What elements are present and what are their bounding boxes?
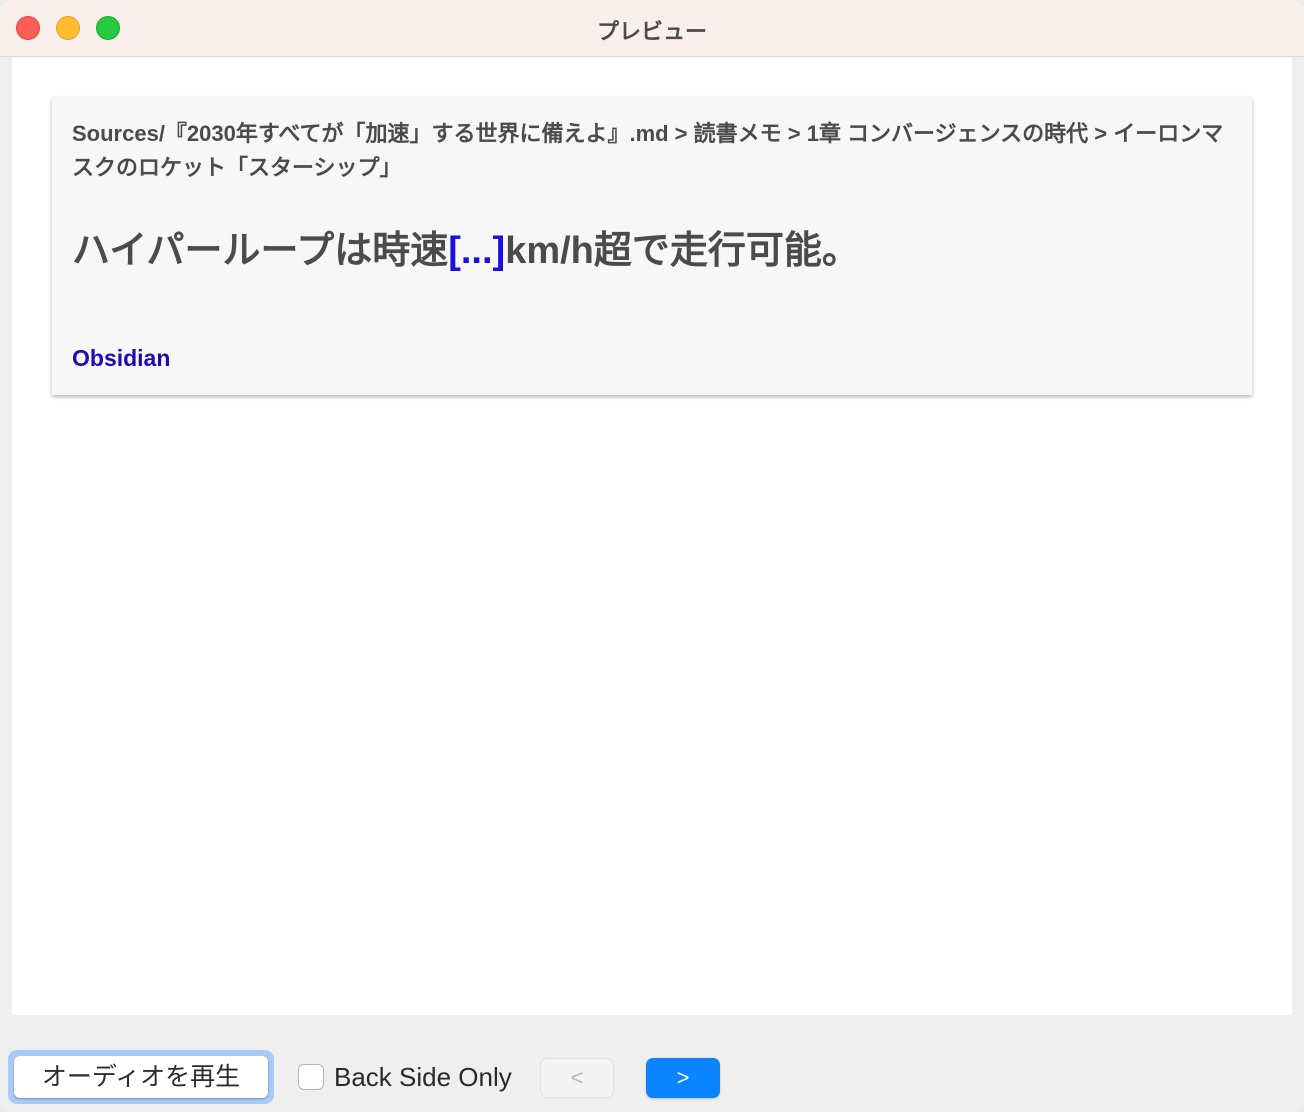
play-audio-button[interactable]: オーディオを再生 (14, 1056, 268, 1098)
back-side-only-option[interactable]: Back Side Only (298, 1062, 512, 1092)
play-audio-focus-ring: オーディオを再生 (8, 1050, 274, 1104)
window-title: プレビュー (596, 19, 707, 44)
title-bar: プレビュー (0, 0, 1304, 57)
card-question: ハイパーループは時速[...]km/h超で走行可能。 (72, 227, 1232, 275)
next-button[interactable]: > (646, 1058, 720, 1098)
question-text-after: km/h超で走行可能。 (505, 230, 860, 272)
cloze-placeholder: [...] (448, 230, 506, 272)
card-breadcrumb: Sources/『2030年すべてが「加速」する世界に備えよ』.md > 読書メ… (72, 121, 1224, 180)
question-text-before: ハイパーループは時速 (72, 230, 449, 272)
back-side-only-checkbox[interactable] (298, 1064, 324, 1090)
obsidian-link[interactable]: Obsidian (72, 345, 170, 372)
bottom-toolbar: オーディオを再生 Back Side Only < > (0, 1016, 1304, 1112)
previous-button[interactable]: < (540, 1058, 614, 1098)
preview-window: プレビュー Sources/『2030年すべてが「加速」する世界に備えよ』.md… (0, 0, 1304, 1112)
flashcard: Sources/『2030年すべてが「加速」する世界に備えよ』.md > 読書メ… (52, 97, 1252, 395)
preview-content: Sources/『2030年すべてが「加速」する世界に備えよ』.md > 読書メ… (12, 57, 1292, 1015)
back-side-only-label[interactable]: Back Side Only (334, 1062, 512, 1093)
